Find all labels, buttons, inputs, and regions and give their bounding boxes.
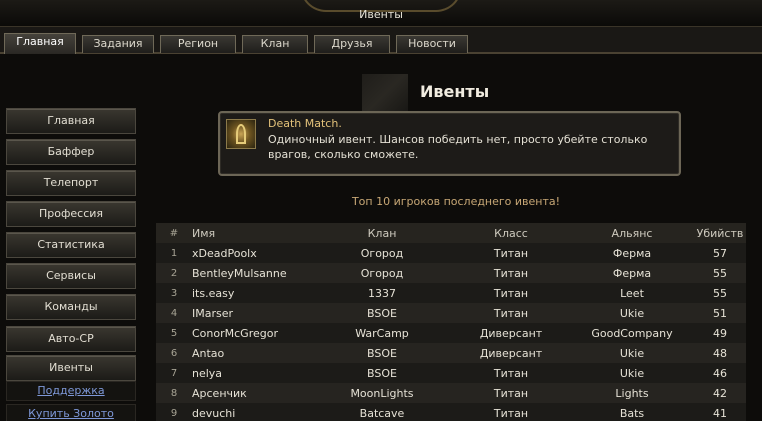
table-row: 3 its.easy 1337 Титан Leet 55: [156, 283, 746, 303]
row-alliance: GoodCompany: [570, 323, 694, 343]
row-name: xDeadPoolx: [192, 243, 312, 263]
row-name: IMarser: [192, 303, 312, 323]
events-header-icon: [362, 74, 408, 114]
table-row: 9 devuchi Batcave Титан Bats 41: [156, 403, 746, 421]
row-kills: 49: [694, 323, 746, 343]
row-clan: Batcave: [312, 403, 452, 421]
tab-clan[interactable]: Клан: [242, 35, 308, 53]
row-alliance: Bats: [570, 403, 694, 421]
row-kills: 51: [694, 303, 746, 323]
row-clan: MoonLights: [312, 383, 452, 403]
row-class: Титан: [452, 283, 570, 303]
row-clan: Огород: [312, 263, 452, 283]
window-title: Ивенты: [359, 8, 403, 21]
table-row: 7 nelya BSOE Титан Ukie 46: [156, 363, 746, 383]
row-name: BentleyMulsanne: [192, 263, 312, 283]
row-alliance: Ukie: [570, 343, 694, 363]
col-header-kills: Убийств: [694, 223, 746, 243]
table-row: 4 IMarser BSOE Титан Ukie 51: [156, 303, 746, 323]
sidebar-item-buffer[interactable]: Баффер: [6, 139, 136, 165]
row-num: 5: [156, 323, 192, 343]
row-class: Титан: [452, 303, 570, 323]
row-alliance: Leet: [570, 283, 694, 303]
tab-news[interactable]: Новости: [396, 35, 468, 53]
row-name: Antao: [192, 343, 312, 363]
col-header-clan: Клан: [312, 223, 452, 243]
sidebar-item-profession[interactable]: Профессия: [6, 201, 136, 227]
row-clan: 1337: [312, 283, 452, 303]
sidebar-item-services[interactable]: Сервисы: [6, 263, 136, 289]
event-emblem-icon: [226, 119, 256, 149]
row-num: 2: [156, 263, 192, 283]
table-row: 5 ConorMcGregor WarCamp Диверсант GoodCo…: [156, 323, 746, 343]
row-num: 4: [156, 303, 192, 323]
row-clan: BSOE: [312, 363, 452, 383]
tab-friends[interactable]: Друзья: [314, 35, 390, 53]
sidebar-item-statistics[interactable]: Статистика: [6, 232, 136, 258]
row-num: 3: [156, 283, 192, 303]
sidebar-item-teleport[interactable]: Телепорт: [6, 170, 136, 196]
row-clan: WarCamp: [312, 323, 452, 343]
row-alliance: Lights: [570, 383, 694, 403]
row-name: its.easy: [192, 283, 312, 303]
row-clan: Огород: [312, 243, 452, 263]
row-alliance: Ферма: [570, 243, 694, 263]
tab-main[interactable]: Главная: [4, 33, 76, 54]
row-num: 6: [156, 343, 192, 363]
row-class: Диверсант: [452, 343, 570, 363]
row-name: Арсенчик: [192, 383, 312, 403]
row-clan: BSOE: [312, 303, 452, 323]
row-class: Титан: [452, 403, 570, 421]
table-row: 6 Antao BSOE Диверсант Ukie 48: [156, 343, 746, 363]
sidebar-item-auto-cp[interactable]: Авто-СР: [6, 326, 136, 352]
row-num: 1: [156, 243, 192, 263]
event-info-box: Death Match. Одиночный ивент. Шансов поб…: [218, 111, 681, 176]
sidebar-item-commands[interactable]: Команды: [6, 294, 136, 320]
table-row: 8 Арсенчик MoonLights Титан Lights 42: [156, 383, 746, 403]
sidebar-item-events[interactable]: Ивенты: [6, 355, 136, 381]
row-kills: 55: [694, 263, 746, 283]
row-kills: 55: [694, 283, 746, 303]
row-class: Титан: [452, 263, 570, 283]
row-name: ConorMcGregor: [192, 323, 312, 343]
sidebar-item-main[interactable]: Главная: [6, 108, 136, 134]
row-kills: 46: [694, 363, 746, 383]
leaderboard-caption: Топ 10 игроков последнего ивента!: [351, 195, 561, 208]
col-header-name: Имя: [192, 223, 312, 243]
table-row: 1 xDeadPoolx Огород Титан Ферма 57: [156, 243, 746, 263]
event-description: Одиночный ивент. Шансов победить нет, пр…: [268, 133, 648, 161]
col-header-class: Класс: [452, 223, 570, 243]
window-titlebar: Ивенты: [0, 0, 762, 27]
row-alliance: Ukie: [570, 303, 694, 323]
leaderboard-table: # Имя Клан Класс Альянс Убийств 1 xDeadP…: [156, 223, 746, 421]
row-kills: 57: [694, 243, 746, 263]
col-header-num: #: [156, 223, 192, 243]
buy-gold-link[interactable]: Купить Золото: [6, 404, 136, 421]
row-name: nelya: [192, 363, 312, 383]
row-alliance: Ukie: [570, 363, 694, 383]
col-header-alliance: Альянс: [570, 223, 694, 243]
tab-bar: Главная Задания Регион Клан Друзья Новос…: [0, 27, 762, 54]
table-header-row: # Имя Клан Класс Альянс Убийств: [156, 223, 746, 243]
row-alliance: Ферма: [570, 263, 694, 283]
page-title: Ивенты: [420, 82, 490, 101]
row-clan: BSOE: [312, 343, 452, 363]
row-kills: 42: [694, 383, 746, 403]
support-link[interactable]: Поддержка: [6, 381, 136, 401]
row-name: devuchi: [192, 403, 312, 421]
row-class: Титан: [452, 383, 570, 403]
tab-region[interactable]: Регион: [160, 35, 236, 53]
row-num: 7: [156, 363, 192, 383]
row-kills: 48: [694, 343, 746, 363]
tab-quests[interactable]: Задания: [82, 35, 154, 53]
row-kills: 41: [694, 403, 746, 421]
row-class: Титан: [452, 363, 570, 383]
table-row: 2 BentleyMulsanne Огород Титан Ферма 55: [156, 263, 746, 283]
event-title: Death Match.: [268, 117, 342, 130]
row-class: Титан: [452, 243, 570, 263]
row-num: 9: [156, 403, 192, 421]
row-num: 8: [156, 383, 192, 403]
row-class: Диверсант: [452, 323, 570, 343]
